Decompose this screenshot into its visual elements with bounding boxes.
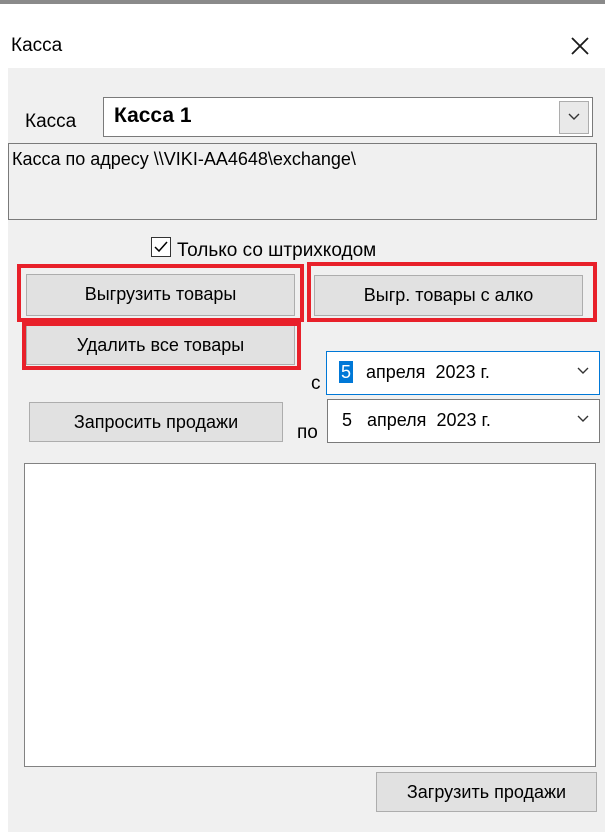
register-description-text: Касса по адресу \\VIKI-AA4648\exchange\ <box>12 149 356 169</box>
date-from-label: с <box>311 373 321 394</box>
load-sales-button-label: Загрузить продажи <box>406 782 567 802</box>
register-label: Касса <box>25 111 77 132</box>
register-description: Касса по адресу \\VIKI-AA4648\exchange\ <box>8 143 597 220</box>
date-to-month-year: апреля 2023 г. <box>367 409 491 431</box>
sales-list[interactable] <box>24 463 596 767</box>
window-title: Касса <box>11 35 63 56</box>
register-selected-value: Касса 1 <box>114 104 192 127</box>
delete-all-goods-button-label: Удалить все товары <box>76 335 245 355</box>
delete-all-goods-button[interactable]: Удалить все товары <box>26 325 295 365</box>
date-to-picker[interactable]: 5 апреля 2023 г. <box>327 399 600 443</box>
chevron-down-icon <box>568 113 580 120</box>
date-from-month-year: апреля 2023 г. <box>366 361 490 383</box>
barcode-only-label[interactable]: Только со штрихкодом <box>177 240 376 262</box>
date-to-year: 2023 г. <box>436 410 491 430</box>
export-goods-alco-button[interactable]: Выгр. товары с алко <box>314 275 583 316</box>
chevron-down-icon[interactable] <box>577 415 589 423</box>
date-from-day[interactable]: 5 <box>339 361 354 383</box>
date-from-month: апреля <box>366 362 426 382</box>
request-sales-button[interactable]: Запросить продажи <box>29 402 283 442</box>
load-sales-button[interactable]: Загрузить продажи <box>376 772 597 812</box>
request-sales-button-label: Запросить продажи <box>73 412 239 432</box>
close-icon[interactable] <box>566 32 594 60</box>
date-to-month: апреля <box>367 410 427 430</box>
barcode-only-checkbox[interactable] <box>151 237 171 257</box>
date-to-day[interactable]: 5 <box>340 409 354 431</box>
date-from-year: 2023 г. <box>435 362 490 382</box>
export-goods-button[interactable]: Выгрузить товары <box>26 274 295 316</box>
check-mark-icon <box>154 241 168 253</box>
date-to-label: по <box>297 422 318 443</box>
date-from-picker[interactable]: 5 апреля 2023 г. <box>326 351 600 395</box>
export-goods-button-label: Выгрузить товары <box>84 284 237 304</box>
title-bar: Касса <box>0 4 605 68</box>
register-dropdown-button[interactable] <box>559 101 589 134</box>
register-combobox[interactable]: Касса 1 <box>103 97 593 137</box>
chevron-down-icon[interactable] <box>577 367 589 375</box>
export-goods-alco-button-label: Выгр. товары с алко <box>363 285 534 305</box>
